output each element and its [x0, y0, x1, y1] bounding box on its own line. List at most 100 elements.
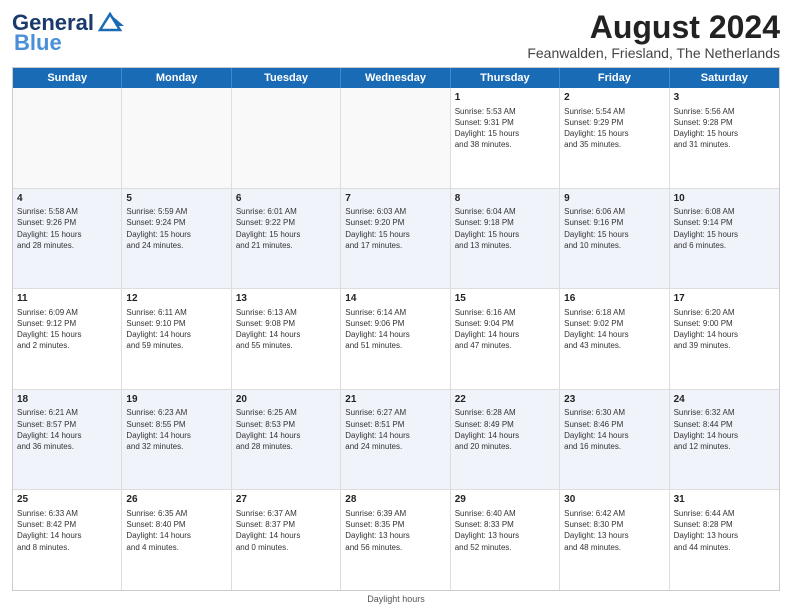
- calendar-row-4: 25Sunrise: 6:33 AM Sunset: 8:42 PM Dayli…: [13, 490, 779, 590]
- day-info-2: Sunrise: 5:54 AM Sunset: 9:29 PM Dayligh…: [564, 106, 664, 151]
- day-number-23: 23: [564, 393, 664, 407]
- day-cell-24: 24Sunrise: 6:32 AM Sunset: 8:44 PM Dayli…: [670, 390, 779, 490]
- day-cell-22: 22Sunrise: 6:28 AM Sunset: 8:49 PM Dayli…: [451, 390, 560, 490]
- weekday-saturday: Saturday: [670, 68, 779, 88]
- day-cell-9: 9Sunrise: 6:06 AM Sunset: 9:16 PM Daylig…: [560, 189, 669, 289]
- day-info-26: Sunrise: 6:35 AM Sunset: 8:40 PM Dayligh…: [126, 508, 226, 553]
- day-cell-30: 30Sunrise: 6:42 AM Sunset: 8:30 PM Dayli…: [560, 490, 669, 590]
- day-number-20: 20: [236, 393, 336, 407]
- weekday-friday: Friday: [560, 68, 669, 88]
- day-cell-6: 6Sunrise: 6:01 AM Sunset: 9:22 PM Daylig…: [232, 189, 341, 289]
- day-info-3: Sunrise: 5:56 AM Sunset: 9:28 PM Dayligh…: [674, 106, 775, 151]
- day-cell-5: 5Sunrise: 5:59 AM Sunset: 9:24 PM Daylig…: [122, 189, 231, 289]
- day-cell-4: 4Sunrise: 5:58 AM Sunset: 9:26 PM Daylig…: [13, 189, 122, 289]
- day-info-13: Sunrise: 6:13 AM Sunset: 9:08 PM Dayligh…: [236, 307, 336, 352]
- day-number-9: 9: [564, 192, 664, 206]
- day-cell-20: 20Sunrise: 6:25 AM Sunset: 8:53 PM Dayli…: [232, 390, 341, 490]
- day-info-24: Sunrise: 6:32 AM Sunset: 8:44 PM Dayligh…: [674, 407, 775, 452]
- footer-note: Daylight hours: [12, 594, 780, 604]
- day-info-20: Sunrise: 6:25 AM Sunset: 8:53 PM Dayligh…: [236, 407, 336, 452]
- day-number-14: 14: [345, 292, 445, 306]
- day-number-27: 27: [236, 493, 336, 507]
- empty-cell-0-1: [122, 88, 231, 188]
- day-cell-29: 29Sunrise: 6:40 AM Sunset: 8:33 PM Dayli…: [451, 490, 560, 590]
- weekday-wednesday: Wednesday: [341, 68, 450, 88]
- day-number-3: 3: [674, 91, 775, 105]
- day-cell-14: 14Sunrise: 6:14 AM Sunset: 9:06 PM Dayli…: [341, 289, 450, 389]
- day-number-15: 15: [455, 292, 555, 306]
- logo: General Blue: [12, 10, 124, 56]
- day-cell-11: 11Sunrise: 6:09 AM Sunset: 9:12 PM Dayli…: [13, 289, 122, 389]
- day-cell-15: 15Sunrise: 6:16 AM Sunset: 9:04 PM Dayli…: [451, 289, 560, 389]
- day-info-6: Sunrise: 6:01 AM Sunset: 9:22 PM Dayligh…: [236, 206, 336, 251]
- day-number-21: 21: [345, 393, 445, 407]
- day-number-22: 22: [455, 393, 555, 407]
- day-cell-21: 21Sunrise: 6:27 AM Sunset: 8:51 PM Dayli…: [341, 390, 450, 490]
- day-cell-18: 18Sunrise: 6:21 AM Sunset: 8:57 PM Dayli…: [13, 390, 122, 490]
- day-number-16: 16: [564, 292, 664, 306]
- day-info-19: Sunrise: 6:23 AM Sunset: 8:55 PM Dayligh…: [126, 407, 226, 452]
- day-info-12: Sunrise: 6:11 AM Sunset: 9:10 PM Dayligh…: [126, 307, 226, 352]
- day-cell-12: 12Sunrise: 6:11 AM Sunset: 9:10 PM Dayli…: [122, 289, 231, 389]
- calendar: Sunday Monday Tuesday Wednesday Thursday…: [12, 67, 780, 591]
- calendar-row-3: 18Sunrise: 6:21 AM Sunset: 8:57 PM Dayli…: [13, 390, 779, 491]
- day-cell-16: 16Sunrise: 6:18 AM Sunset: 9:02 PM Dayli…: [560, 289, 669, 389]
- day-number-11: 11: [17, 292, 117, 306]
- day-info-9: Sunrise: 6:06 AM Sunset: 9:16 PM Dayligh…: [564, 206, 664, 251]
- logo-text-blue: Blue: [12, 30, 62, 56]
- day-number-24: 24: [674, 393, 775, 407]
- empty-cell-0-3: [341, 88, 450, 188]
- day-number-6: 6: [236, 192, 336, 206]
- day-cell-17: 17Sunrise: 6:20 AM Sunset: 9:00 PM Dayli…: [670, 289, 779, 389]
- day-cell-1: 1Sunrise: 5:53 AM Sunset: 9:31 PM Daylig…: [451, 88, 560, 188]
- day-info-21: Sunrise: 6:27 AM Sunset: 8:51 PM Dayligh…: [345, 407, 445, 452]
- page-title: August 2024: [527, 10, 780, 45]
- day-cell-31: 31Sunrise: 6:44 AM Sunset: 8:28 PM Dayli…: [670, 490, 779, 590]
- title-block: August 2024 Feanwalden, Friesland, The N…: [527, 10, 780, 61]
- day-info-31: Sunrise: 6:44 AM Sunset: 8:28 PM Dayligh…: [674, 508, 775, 553]
- weekday-monday: Monday: [122, 68, 231, 88]
- day-cell-23: 23Sunrise: 6:30 AM Sunset: 8:46 PM Dayli…: [560, 390, 669, 490]
- logo-icon: [96, 12, 124, 32]
- day-cell-7: 7Sunrise: 6:03 AM Sunset: 9:20 PM Daylig…: [341, 189, 450, 289]
- day-info-16: Sunrise: 6:18 AM Sunset: 9:02 PM Dayligh…: [564, 307, 664, 352]
- day-info-23: Sunrise: 6:30 AM Sunset: 8:46 PM Dayligh…: [564, 407, 664, 452]
- calendar-row-1: 4Sunrise: 5:58 AM Sunset: 9:26 PM Daylig…: [13, 189, 779, 290]
- day-number-1: 1: [455, 91, 555, 105]
- day-cell-25: 25Sunrise: 6:33 AM Sunset: 8:42 PM Dayli…: [13, 490, 122, 590]
- day-cell-13: 13Sunrise: 6:13 AM Sunset: 9:08 PM Dayli…: [232, 289, 341, 389]
- day-cell-3: 3Sunrise: 5:56 AM Sunset: 9:28 PM Daylig…: [670, 88, 779, 188]
- day-number-18: 18: [17, 393, 117, 407]
- day-info-14: Sunrise: 6:14 AM Sunset: 9:06 PM Dayligh…: [345, 307, 445, 352]
- day-info-29: Sunrise: 6:40 AM Sunset: 8:33 PM Dayligh…: [455, 508, 555, 553]
- day-cell-8: 8Sunrise: 6:04 AM Sunset: 9:18 PM Daylig…: [451, 189, 560, 289]
- day-info-10: Sunrise: 6:08 AM Sunset: 9:14 PM Dayligh…: [674, 206, 775, 251]
- calendar-row-0: 1Sunrise: 5:53 AM Sunset: 9:31 PM Daylig…: [13, 88, 779, 189]
- day-info-22: Sunrise: 6:28 AM Sunset: 8:49 PM Dayligh…: [455, 407, 555, 452]
- empty-cell-0-0: [13, 88, 122, 188]
- day-cell-10: 10Sunrise: 6:08 AM Sunset: 9:14 PM Dayli…: [670, 189, 779, 289]
- empty-cell-0-2: [232, 88, 341, 188]
- day-number-30: 30: [564, 493, 664, 507]
- calendar-header: Sunday Monday Tuesday Wednesday Thursday…: [13, 68, 779, 88]
- day-info-5: Sunrise: 5:59 AM Sunset: 9:24 PM Dayligh…: [126, 206, 226, 251]
- day-number-13: 13: [236, 292, 336, 306]
- day-number-12: 12: [126, 292, 226, 306]
- calendar-row-2: 11Sunrise: 6:09 AM Sunset: 9:12 PM Dayli…: [13, 289, 779, 390]
- day-number-10: 10: [674, 192, 775, 206]
- day-number-2: 2: [564, 91, 664, 105]
- day-number-31: 31: [674, 493, 775, 507]
- day-info-7: Sunrise: 6:03 AM Sunset: 9:20 PM Dayligh…: [345, 206, 445, 251]
- day-info-8: Sunrise: 6:04 AM Sunset: 9:18 PM Dayligh…: [455, 206, 555, 251]
- day-number-8: 8: [455, 192, 555, 206]
- weekday-thursday: Thursday: [451, 68, 560, 88]
- day-number-4: 4: [17, 192, 117, 206]
- page: General Blue August 2024 Feanwalden, Fri…: [0, 0, 792, 612]
- day-number-26: 26: [126, 493, 226, 507]
- day-cell-28: 28Sunrise: 6:39 AM Sunset: 8:35 PM Dayli…: [341, 490, 450, 590]
- day-info-17: Sunrise: 6:20 AM Sunset: 9:00 PM Dayligh…: [674, 307, 775, 352]
- day-info-30: Sunrise: 6:42 AM Sunset: 8:30 PM Dayligh…: [564, 508, 664, 553]
- day-cell-27: 27Sunrise: 6:37 AM Sunset: 8:37 PM Dayli…: [232, 490, 341, 590]
- day-cell-19: 19Sunrise: 6:23 AM Sunset: 8:55 PM Dayli…: [122, 390, 231, 490]
- day-info-18: Sunrise: 6:21 AM Sunset: 8:57 PM Dayligh…: [17, 407, 117, 452]
